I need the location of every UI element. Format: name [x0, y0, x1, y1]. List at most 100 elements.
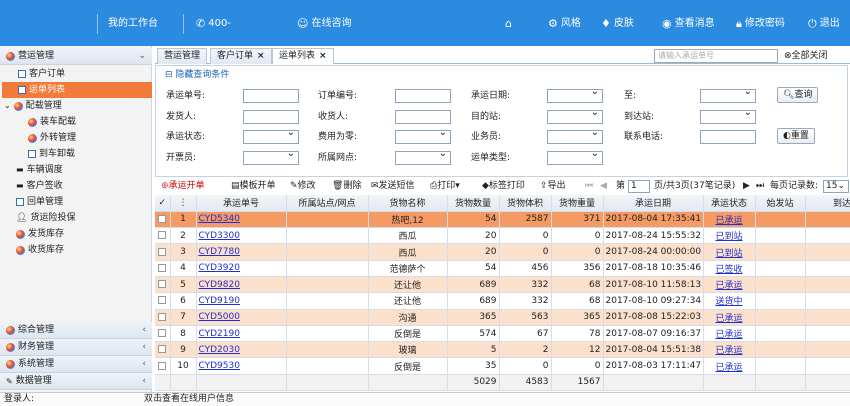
row-checkbox[interactable] [155, 243, 171, 261]
status-select[interactable] [243, 127, 299, 144]
status-link[interactable]: 送货中 [715, 297, 742, 307]
sidebar-item-customer-orders[interactable]: 客户订单 [18, 66, 148, 82]
outlet-select[interactable] [395, 148, 451, 165]
page-number-input[interactable]: 1 [628, 180, 650, 193]
checkbox[interactable] [158, 280, 167, 289]
table-row[interactable]: 5 CYD9820 还让他 689 332 68 2017-08-10 11:5… [155, 276, 850, 294]
checkbox[interactable] [158, 231, 167, 240]
table-row[interactable]: 4 CYD3920 范德萨个 54 456 356 2017-08-18 10:… [155, 260, 850, 277]
salesman-select[interactable] [547, 127, 603, 144]
cell-id[interactable]: CYD5340 [196, 211, 287, 229]
cell-status[interactable]: 已到站 [703, 243, 756, 261]
status-link[interactable]: 已到站 [715, 232, 742, 242]
waybill-link[interactable]: CYD2030 [199, 345, 240, 355]
table-row[interactable]: 3 CYD7780 西瓜 20 0 0 2017-08-24 00:00:00 … [155, 243, 850, 261]
waybill-link[interactable]: CYD9820 [199, 280, 240, 290]
sidebar-group-general[interactable]: 综合管理 ‹ [0, 322, 152, 339]
close-icon[interactable]: × [257, 51, 265, 61]
template-button[interactable]: ▤模板开单 [231, 179, 276, 194]
waybill-search-input[interactable]: 请输入承运单号 [654, 49, 778, 63]
fee-zero-select[interactable] [395, 127, 451, 144]
arrive-station-select[interactable] [700, 107, 756, 124]
biller-select[interactable] [243, 148, 299, 165]
waybill-type-select[interactable] [547, 148, 603, 165]
waybill-link[interactable]: CYD9190 [199, 296, 240, 306]
sidebar-item-waybill-list[interactable]: 运单列表 [2, 82, 152, 98]
row-checkbox[interactable] [155, 357, 171, 375]
online-consult-link[interactable]: ☺ 在线咨询 [297, 14, 351, 34]
change-password-button[interactable]: 🔒︎ 修改密码 [736, 14, 785, 34]
status-link[interactable]: 已承运 [715, 314, 742, 324]
row-checkbox[interactable] [155, 309, 171, 326]
waybill-link[interactable]: CYD7780 [199, 247, 240, 257]
header-checkbox[interactable]: ✓ [155, 195, 171, 212]
close-all-button[interactable]: ⊗全部关闭 [784, 49, 828, 63]
status-link[interactable]: 已承运 [715, 281, 742, 291]
header-col[interactable]: 所属站点/网点 [286, 195, 369, 212]
sidebar-group-operations[interactable]: 营运管理 ⌄ [0, 48, 152, 65]
checkbox[interactable] [158, 247, 167, 256]
table-row[interactable]: 1 CYD5340 热吧,12 54 2587 371 2017-08-04 1… [155, 211, 850, 229]
sidebar-item-receive-stock[interactable]: 收货库存 [16, 242, 64, 258]
cell-status[interactable]: 已承运 [703, 357, 756, 375]
next-page-button[interactable]: ▶ [743, 179, 750, 194]
logout-button[interactable]: ⏻ 退出 [808, 14, 840, 34]
cell-id[interactable]: CYD9530 [196, 357, 287, 375]
header-col[interactable]: 承运日期 [603, 195, 704, 212]
dest-station-select[interactable] [547, 107, 603, 124]
checkbox[interactable] [158, 263, 167, 272]
waybill-link[interactable]: CYD3300 [199, 231, 240, 241]
header-col[interactable]: 承运状态 [703, 195, 756, 212]
row-checkbox[interactable] [155, 292, 171, 310]
carry-date-start-select[interactable] [547, 86, 603, 103]
sidebar-item-insurance[interactable]: 👤︎ 货运险投保 [16, 210, 75, 226]
cell-status[interactable]: 已承运 [703, 325, 756, 343]
carrier-no-input[interactable] [243, 89, 299, 103]
cell-status[interactable]: 已签收 [703, 260, 756, 277]
row-checkbox[interactable] [155, 227, 171, 245]
sidebar-group-data[interactable]: ✎ 数据管理 ‹ [0, 373, 152, 390]
edit-button[interactable]: ✎修改 [290, 179, 316, 194]
messages-button[interactable]: ◉ 查看消息 [662, 14, 715, 34]
workbench-link[interactable]: 我的工作台 [108, 14, 158, 34]
sidebar-item-ship-stock[interactable]: 发货库存 [16, 226, 64, 242]
table-row[interactable]: 9 CYD2030 玻璃 5 2 12 2017-08-04 15:51:38 … [155, 341, 850, 359]
status-link[interactable]: 已承运 [715, 346, 742, 356]
waybill-link[interactable]: CYD9530 [199, 361, 240, 371]
waybill-link[interactable]: CYD5340 [199, 214, 240, 224]
sidebar-group-system[interactable]: 系统管理 ‹ [0, 356, 152, 373]
query-toggle[interactable]: ⊟ 隐藏查询条件 [165, 67, 229, 80]
skin-button[interactable]: ♦ 皮肤 [601, 14, 634, 34]
receiver-input[interactable] [395, 110, 451, 124]
checkbox[interactable] [158, 214, 167, 223]
cell-id[interactable]: CYD9190 [196, 292, 287, 310]
sidebar-item-stowage[interactable]: ⌄ 配载管理 [4, 98, 62, 114]
header-col[interactable]: 货物名称 [368, 195, 448, 212]
first-page-button[interactable]: ⏮ [585, 179, 593, 194]
cell-id[interactable]: CYD3920 [196, 260, 287, 277]
cell-id[interactable]: CYD5000 [196, 309, 287, 326]
prev-page-button[interactable]: ◀ [600, 179, 607, 194]
delete-button[interactable]: 🗑︎删除 [332, 179, 361, 194]
row-checkbox[interactable] [155, 341, 171, 359]
header-col[interactable]: 承运单号 [196, 195, 287, 212]
sidebar-item-loading[interactable]: 装车配载 [28, 114, 76, 130]
sidebar-item-receipt[interactable]: 回单管理 [16, 194, 63, 210]
export-button[interactable]: ⇪导出 [540, 179, 566, 194]
cell-status[interactable]: 已承运 [703, 276, 756, 294]
checkbox[interactable] [158, 361, 167, 370]
online-users-hint[interactable]: 双击查看在线用户信息 [144, 393, 234, 406]
last-page-button[interactable]: ⏭ [756, 179, 764, 194]
status-link[interactable]: 已到站 [715, 249, 742, 259]
style-button[interactable]: ⚙ 风格 [548, 14, 581, 34]
tab-operations[interactable]: 营运管理 [157, 48, 208, 64]
carry-date-end-select[interactable] [700, 86, 756, 103]
status-link[interactable]: 已承运 [715, 216, 742, 226]
table-row[interactable]: 7 CYD5000 沟通 365 563 365 2017-08-08 15:2… [155, 309, 850, 326]
order-no-input[interactable] [395, 89, 451, 103]
header-col[interactable]: 到达 [805, 195, 850, 212]
sidebar-item-sign[interactable]: ▬ 客户签收 [16, 178, 63, 194]
table-row[interactable]: 6 CYD9190 还让他 689 332 68 2017-08-10 09:2… [155, 292, 850, 310]
row-checkbox[interactable] [155, 260, 171, 277]
cell-status[interactable]: 已承运 [703, 211, 756, 229]
